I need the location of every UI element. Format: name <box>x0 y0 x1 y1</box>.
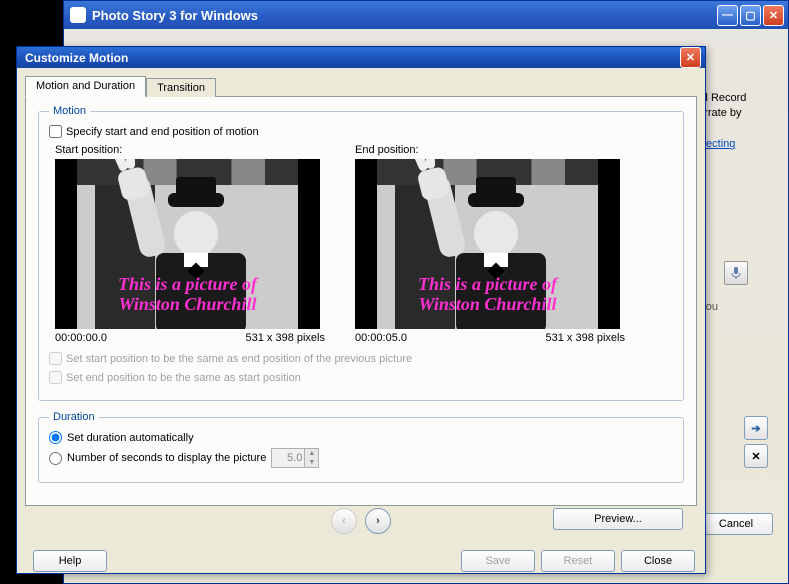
tab-motion-duration[interactable]: Motion and Duration <box>25 76 146 97</box>
x-icon: ✕ <box>751 450 760 463</box>
duration-manual-label: Number of seconds to display the picture <box>67 452 266 464</box>
customize-motion-dialog: Customize Motion ✕ Motion and Duration T… <box>16 46 706 574</box>
dialog-titlebar: Customize Motion ✕ <box>17 47 705 68</box>
same-as-start-checkbox <box>49 371 62 384</box>
specify-motion-row[interactable]: Specify start and end position of motion <box>49 125 673 138</box>
duration-group: Duration Set duration automatically Numb… <box>38 411 684 483</box>
app-icon <box>70 7 86 23</box>
duration-manual-radio[interactable] <box>49 452 62 465</box>
same-as-prev-checkbox <box>49 352 62 365</box>
help-button[interactable]: Help <box>33 550 107 572</box>
close-button[interactable]: Close <box>621 550 695 572</box>
prev-picture-button: ‹ <box>331 508 357 534</box>
motion-legend: Motion <box>49 105 90 117</box>
duration-auto-row[interactable]: Set duration automatically <box>49 431 673 444</box>
specify-motion-checkbox[interactable] <box>49 125 62 138</box>
image-caption: This is a picture of Winston Churchill <box>355 275 620 315</box>
next-picture-button[interactable]: › <box>365 508 391 534</box>
specify-motion-label: Specify start and end position of motion <box>66 126 259 138</box>
end-position-label: End position: <box>355 144 625 156</box>
save-button: Save <box>461 550 535 572</box>
duration-auto-radio[interactable] <box>49 431 62 444</box>
arrow-right-icon: ➔ <box>751 422 760 435</box>
parent-titlebar: Photo Story 3 for Windows — ▢ ✕ <box>64 1 788 29</box>
image-caption: This is a picture of Winston Churchill <box>55 275 320 315</box>
minimize-button[interactable]: — <box>717 5 738 26</box>
start-dimensions: 531 x 398 pixels <box>246 332 326 344</box>
remove-item-button[interactable]: ✕ <box>744 444 768 468</box>
tab-panel-motion: Motion Specify start and end position of… <box>25 96 697 506</box>
maximize-button[interactable]: ▢ <box>740 5 761 26</box>
dialog-title: Customize Motion <box>25 51 128 65</box>
duration-legend: Duration <box>49 411 99 423</box>
microphone-button[interactable] <box>724 261 748 285</box>
same-as-prev-label: Set start position to be the same as end… <box>66 353 412 365</box>
spinner-down: ▼ <box>304 458 318 467</box>
tab-transition[interactable]: Transition <box>146 78 216 97</box>
end-timecode: 00:00:05.0 <box>355 332 407 344</box>
chevron-right-icon: › <box>376 515 380 527</box>
parent-close-button[interactable]: ✕ <box>763 5 784 26</box>
start-position-preview[interactable]: This is a picture of Winston Churchill <box>55 159 320 329</box>
duration-seconds-input <box>272 452 304 464</box>
right-arrow-button[interactable]: ➔ <box>744 416 768 440</box>
reset-button: Reset <box>541 550 615 572</box>
microphone-icon <box>730 266 742 280</box>
dialog-close-x[interactable]: ✕ <box>680 47 701 68</box>
parent-title: Photo Story 3 for Windows <box>92 8 258 23</box>
same-as-start-row: Set end position to be the same as start… <box>49 371 673 384</box>
spinner-up: ▲ <box>304 449 318 458</box>
duration-manual-row[interactable]: Number of seconds to display the picture… <box>49 448 673 468</box>
cancel-button[interactable]: Cancel <box>699 513 773 535</box>
same-as-prev-row: Set start position to be the same as end… <box>49 352 673 365</box>
start-timecode: 00:00:00.0 <box>55 332 107 344</box>
preview-button[interactable]: Preview... <box>553 508 683 530</box>
start-position-label: Start position: <box>55 144 325 156</box>
duration-seconds-spinner[interactable]: ▲ ▼ <box>271 448 319 468</box>
end-position-preview[interactable]: This is a picture of Winston Churchill <box>355 159 620 329</box>
end-dimensions: 531 x 398 pixels <box>546 332 626 344</box>
duration-auto-label: Set duration automatically <box>67 432 194 444</box>
chevron-left-icon: ‹ <box>342 515 346 527</box>
motion-group: Motion Specify start and end position of… <box>38 105 684 401</box>
same-as-start-label: Set end position to be the same as start… <box>66 372 301 384</box>
